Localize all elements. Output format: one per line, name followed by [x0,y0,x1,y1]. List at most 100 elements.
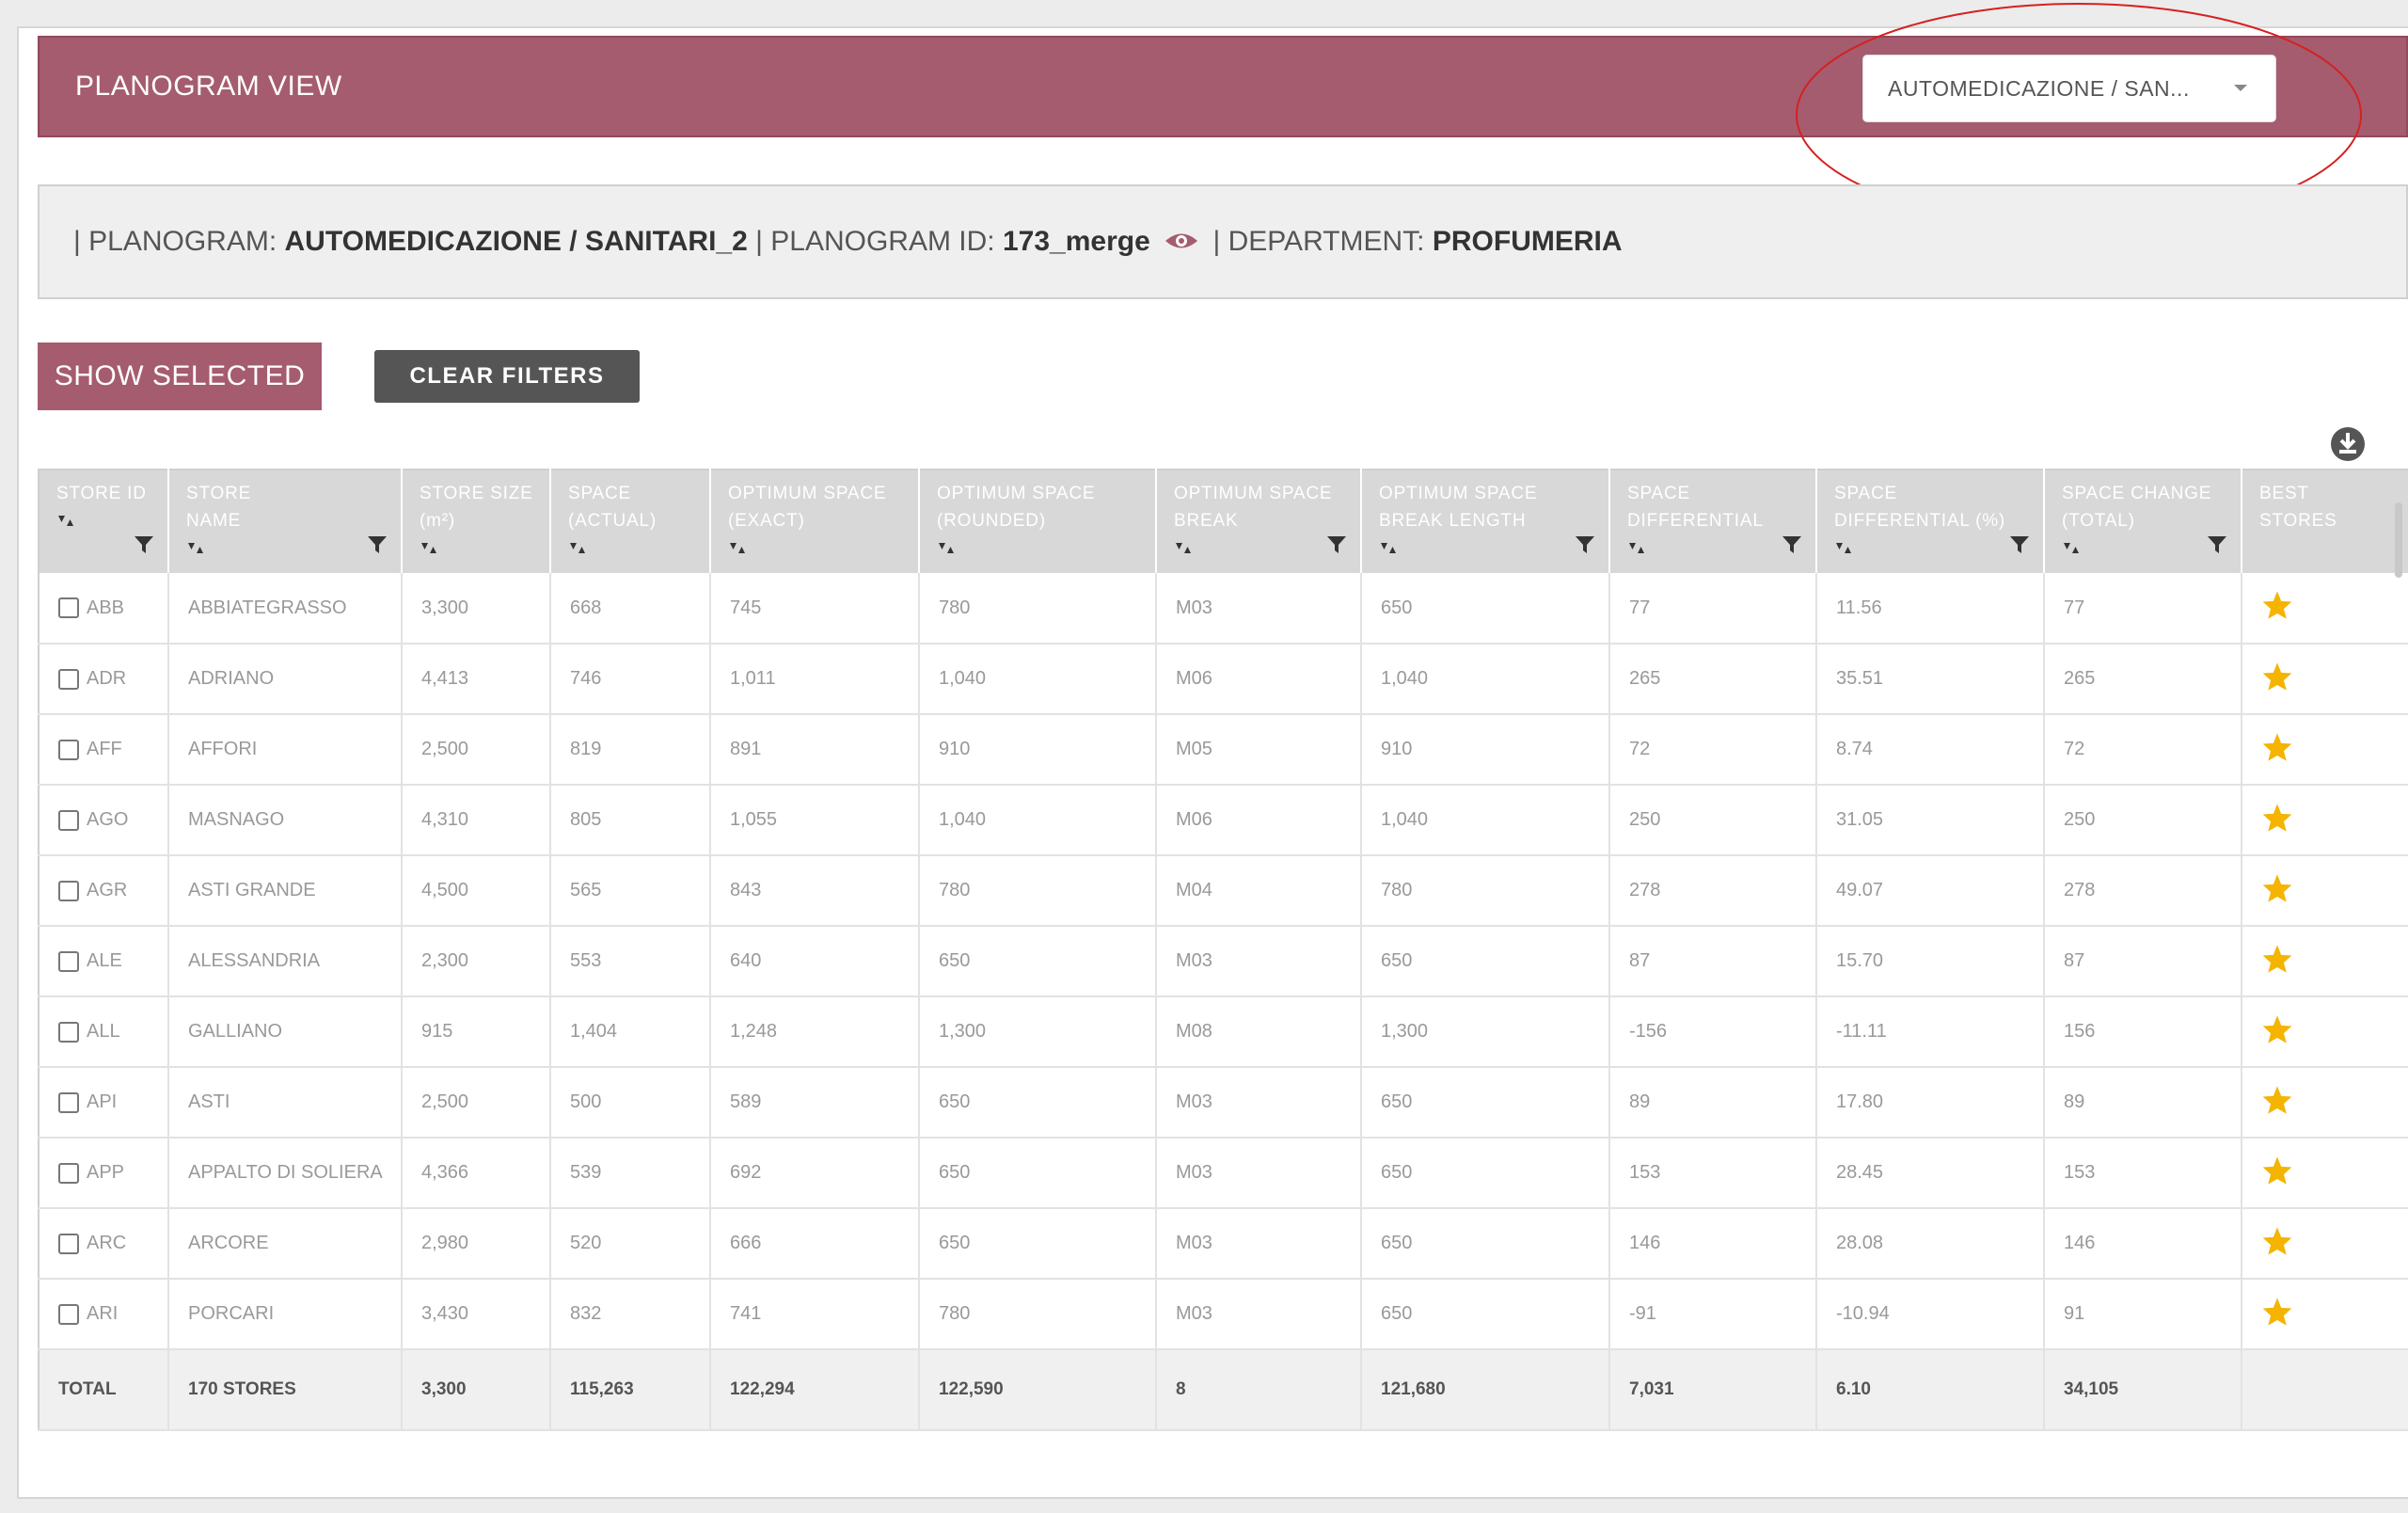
row-checkbox[interactable] [58,880,79,901]
table-row[interactable]: AFF AFFORI 2,500 819 891 910 M05 910 72 8.74 72 [39,714,2408,786]
table-cell: 650 [919,1138,1157,1209]
table-cell: 2,500 [402,1067,551,1139]
sort-icon[interactable] [1174,536,1351,564]
table-cell: M06 [1156,644,1362,715]
filter-icon[interactable] [2207,534,2227,564]
sort-icon[interactable] [1379,536,1599,564]
best-store-cell [2242,926,2408,997]
table-cell: M03 [1156,1208,1362,1280]
column-header[interactable]: OPTIMUM SPACE BREAK [1156,470,1362,573]
table-row[interactable]: AGR ASTI GRANDE 4,500 565 843 780 M04 780 278 49.… [39,855,2408,927]
column-header[interactable]: BEST STORES [2242,470,2408,573]
star-icon [2261,661,2293,696]
sort-icon[interactable] [186,536,391,564]
table-cell: 915 [402,996,551,1068]
filter-icon[interactable] [1326,534,1347,564]
filter-icon[interactable] [1782,534,1802,564]
row-checkbox[interactable] [58,809,79,831]
table-cell: 156 [2044,996,2242,1068]
show-selected-button[interactable]: SHOW SELECTED [38,342,322,410]
column-header[interactable]: OPTIMUM SPACE BREAK LENGTH [1361,470,1610,573]
store-id-cell: AGR [39,855,169,927]
total-cell: 121,680 [1361,1348,1610,1431]
row-checkbox[interactable] [58,1233,79,1254]
row-checkbox[interactable] [58,1303,79,1325]
total-cell: 122,294 [710,1348,920,1431]
column-header-label: SPACE CHANGE [2062,484,2212,503]
total-cell: 122,590 [919,1348,1157,1431]
column-header[interactable]: OPTIMUM SPACE (EXACT) [710,470,920,573]
table-cell: 891 [710,714,920,786]
table-cell: 250 [2044,785,2242,856]
column-header[interactable]: STORE SIZE (m²) [402,470,551,573]
clear-filters-button[interactable]: CLEAR FILTERS [374,350,640,403]
column-header[interactable]: OPTIMUM SPACE (ROUNDED) [919,470,1157,573]
planogram-label: | PLANOGRAM: [73,226,277,257]
store-table: STORE ID STORE NAME STORE SIZE (m²) SPACE (ACT… [38,469,2408,1431]
download-icon[interactable] [2329,425,2367,463]
planogram-dropdown[interactable]: AUTOMEDICAZIONE / SAN... [1862,55,2276,122]
column-header-label: (EXACT) [728,511,805,531]
table-cell: -156 [1609,996,1817,1068]
table-row[interactable]: AGO MASNAGO 4,310 805 1,055 1,040 M06 1,040 250 3… [39,785,2408,856]
sort-icon[interactable] [1627,536,1806,564]
sort-icon[interactable] [1834,536,2034,564]
column-header[interactable]: SPACE DIFFERENTIAL (%) [1816,470,2045,573]
row-checkbox[interactable] [58,1162,79,1184]
column-header[interactable]: SPACE CHANGE (TOTAL) [2044,470,2242,573]
best-store-cell [2242,855,2408,927]
table-cell: 1,055 [710,785,920,856]
row-checkbox[interactable] [58,597,79,619]
table-cell: -91 [1609,1279,1817,1350]
table-row[interactable]: API ASTI 2,500 500 589 650 M03 650 89 17.80 89 [39,1067,2408,1139]
column-header[interactable]: STORE NAME [168,470,403,573]
sort-icon[interactable] [420,536,540,564]
table-cell: 35.51 [1816,644,2045,715]
sort-icon[interactable] [56,509,75,536]
row-checkbox[interactable] [58,950,79,972]
column-header[interactable]: SPACE DIFFERENTIAL [1609,470,1817,573]
sort-icon[interactable] [2062,536,2231,564]
sort-icon[interactable] [568,536,700,564]
table-cell: 650 [919,926,1157,997]
table-cell: GALLIANO [168,996,403,1068]
table-cell: 4,500 [402,855,551,927]
total-cell: 6.10 [1816,1348,2045,1431]
row-checkbox[interactable] [58,1091,79,1113]
table-cell: 2,980 [402,1208,551,1280]
table-scrollbar[interactable] [2395,502,2402,578]
sort-icon[interactable] [728,536,909,564]
table-cell: 780 [1361,855,1610,927]
eye-icon[interactable] [1164,231,1199,251]
filter-icon[interactable] [134,534,154,564]
planogram-dropdown-value: AUTOMEDICAZIONE / SAN... [1888,76,2190,101]
table-cell: 3,300 [402,573,551,645]
row-checkbox[interactable] [58,668,79,690]
table-cell: ARCORE [168,1208,403,1280]
totals-row: TOTAL 170 STORES 3,300 115,263 122,294 122,59… [39,1348,2408,1431]
table-row[interactable]: ALL GALLIANO 915 1,404 1,248 1,300 M08 1,300 -15… [39,996,2408,1068]
table-cell: 72 [1609,714,1817,786]
column-header[interactable]: SPACE (ACTUAL) [550,470,711,573]
store-id: ALL [87,1021,120,1042]
table-row[interactable]: APP APPALTO DI SOLIERA 4,366 539 692 650 M03 65… [39,1138,2408,1209]
table-cell: 2,300 [402,926,551,997]
column-header[interactable]: STORE ID [39,470,169,573]
table-row[interactable]: ARI PORCARI 3,430 832 741 780 M03 650 -91 -10.94 9… [39,1279,2408,1350]
star-icon [2261,944,2293,979]
table-cell: 11.56 [1816,573,2045,645]
table-cell: 278 [1609,855,1817,927]
table-cell: 650 [1361,926,1610,997]
row-checkbox[interactable] [58,1021,79,1043]
table-row[interactable]: ADR ADRIANO 4,413 746 1,011 1,040 M06 1,040 265 3… [39,644,2408,715]
row-checkbox[interactable] [58,739,79,760]
sort-icon[interactable] [937,536,1146,564]
table-cell: 780 [919,573,1157,645]
filter-icon[interactable] [2009,534,2030,564]
filter-icon[interactable] [1575,534,1595,564]
table-row[interactable]: ABB ABBIATEGRASSO 3,300 668 745 780 M03 650 77 11… [39,573,2408,645]
table-row[interactable]: ARC ARCORE 2,980 520 666 650 M03 650 146 28.08 146 [39,1208,2408,1280]
table-row[interactable]: ALE ALESSANDRIA 2,300 553 640 650 M03 650 87 15.7… [39,926,2408,997]
star-icon [2261,803,2293,837]
filter-icon[interactable] [367,534,388,564]
